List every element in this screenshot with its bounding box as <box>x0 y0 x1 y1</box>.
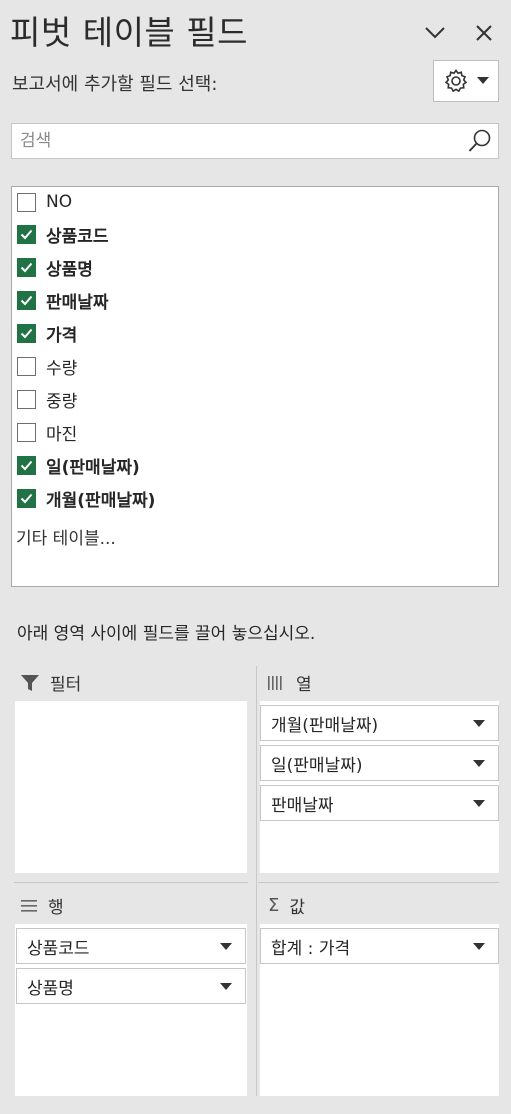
filter-drop-zone[interactable] <box>15 701 247 873</box>
field-label: NO <box>46 192 73 212</box>
chip-label: 개월(판매날짜) <box>271 715 379 736</box>
close-icon <box>476 25 492 41</box>
search-icon[interactable] <box>466 127 494 155</box>
field-item-no[interactable]: NO <box>17 187 72 217</box>
field-checkbox-checked[interactable] <box>17 257 36 277</box>
field-checkbox-checked[interactable] <box>17 224 36 244</box>
field-label: 상품명 <box>46 259 93 280</box>
column-field-chip[interactable]: 일(판매날짜) <box>260 745 499 781</box>
search-box <box>11 123 499 159</box>
sigma-icon: Σ <box>268 895 280 916</box>
field-checkbox[interactable] <box>17 192 36 212</box>
panel-title: 피벗 테이블 필드 <box>10 13 248 52</box>
area-divider-vertical <box>256 666 257 1096</box>
field-label: 중량 <box>46 391 78 412</box>
field-checkbox-checked[interactable] <box>17 323 36 343</box>
columns-area-label: 열 <box>296 675 312 695</box>
field-checkbox[interactable] <box>17 422 36 442</box>
columns-icon <box>268 675 282 690</box>
tools-button[interactable] <box>433 60 499 102</box>
filter-area-label: 필터 <box>50 675 82 695</box>
columns-area-header: 열 <box>268 670 312 695</box>
field-item-product-name[interactable]: 상품명 <box>17 252 93 282</box>
filter-area-header: 필터 <box>20 670 81 695</box>
field-item-product-code[interactable]: 상품코드 <box>17 219 109 249</box>
field-item-weight[interactable]: 중량 <box>17 384 77 414</box>
field-list-subtitle: 보고서에 추가할 필드 선택: <box>12 74 218 95</box>
field-label: 수량 <box>46 358 78 379</box>
dropdown-arrow-icon[interactable] <box>220 983 232 990</box>
field-label: 마진 <box>46 424 78 445</box>
values-area-header: Σ 값 <box>268 893 305 918</box>
chevron-down-icon <box>425 27 445 39</box>
row-field-chip[interactable]: 상품명 <box>16 968 246 1004</box>
row-field-chip[interactable]: 상품코드 <box>16 928 246 964</box>
field-item-quantity[interactable]: 수량 <box>17 351 77 381</box>
chip-label: 일(판매날짜) <box>271 755 363 776</box>
chip-label: 상품명 <box>27 978 74 999</box>
chip-label: 상품코드 <box>27 938 90 959</box>
field-checkbox[interactable] <box>17 356 36 376</box>
rows-icon <box>21 899 37 912</box>
dropdown-arrow-icon <box>477 77 489 84</box>
column-field-chip[interactable]: 개월(판매날짜) <box>260 705 499 741</box>
field-checkbox-checked[interactable] <box>17 455 36 475</box>
checkmark-icon <box>20 262 33 272</box>
chip-label: 합계 : 가격 <box>271 938 351 959</box>
field-label: 상품코드 <box>46 226 109 247</box>
field-label: 가격 <box>46 325 78 346</box>
field-label: 일(판매날짜) <box>46 457 140 478</box>
values-drop-zone[interactable]: 합계 : 가격 <box>260 924 499 1096</box>
rows-drop-zone[interactable]: 상품코드 상품명 <box>15 924 247 1096</box>
rows-area-label: 행 <box>48 898 64 918</box>
field-item-day[interactable]: 일(판매날짜) <box>17 450 140 480</box>
area-divider-horizontal-right <box>258 882 499 883</box>
field-checkbox[interactable] <box>17 389 36 409</box>
checkmark-icon <box>20 229 33 239</box>
value-field-chip[interactable]: 합계 : 가격 <box>260 928 499 964</box>
drag-instruction: 아래 영역 사이에 필드를 끌어 놓으십시오. <box>17 624 316 644</box>
area-divider-horizontal-left <box>14 882 248 883</box>
field-label: 개월(판매날짜) <box>46 490 156 511</box>
close-button[interactable] <box>467 16 501 50</box>
checkmark-icon <box>20 295 33 305</box>
field-checkbox-checked[interactable] <box>17 290 36 310</box>
checkmark-icon <box>20 460 33 470</box>
field-label: 판매날짜 <box>46 292 109 313</box>
field-item-margin[interactable]: 마진 <box>17 417 77 447</box>
gear-icon <box>444 69 468 93</box>
field-list: NO 상품코드 상품명 판매날짜 가격 수량 중량 마진 일(판매날짜) 개월(… <box>11 186 499 587</box>
field-item-sale-date[interactable]: 판매날짜 <box>17 285 109 315</box>
collapse-panel-button[interactable] <box>418 16 452 50</box>
chip-label: 판매날짜 <box>271 795 334 816</box>
columns-drop-zone[interactable]: 개월(판매날짜) 일(판매날짜) 판매날짜 <box>260 701 499 873</box>
more-tables-link[interactable]: 기타 테이블... <box>16 524 116 549</box>
checkmark-icon <box>20 493 33 503</box>
search-input[interactable] <box>20 128 460 154</box>
field-item-price[interactable]: 가격 <box>17 318 77 348</box>
dropdown-arrow-icon[interactable] <box>473 943 485 950</box>
column-field-chip[interactable]: 판매날짜 <box>260 785 499 821</box>
rows-area-header: 행 <box>20 893 64 918</box>
values-area-label: 값 <box>289 898 306 918</box>
filter-icon <box>21 674 39 691</box>
checkmark-icon <box>20 328 33 338</box>
dropdown-arrow-icon[interactable] <box>220 943 232 950</box>
field-checkbox-checked[interactable] <box>17 488 36 508</box>
dropdown-arrow-icon[interactable] <box>473 720 485 727</box>
dropdown-arrow-icon[interactable] <box>473 800 485 807</box>
dropdown-arrow-icon[interactable] <box>473 760 485 767</box>
field-item-month[interactable]: 개월(판매날짜) <box>17 483 155 513</box>
